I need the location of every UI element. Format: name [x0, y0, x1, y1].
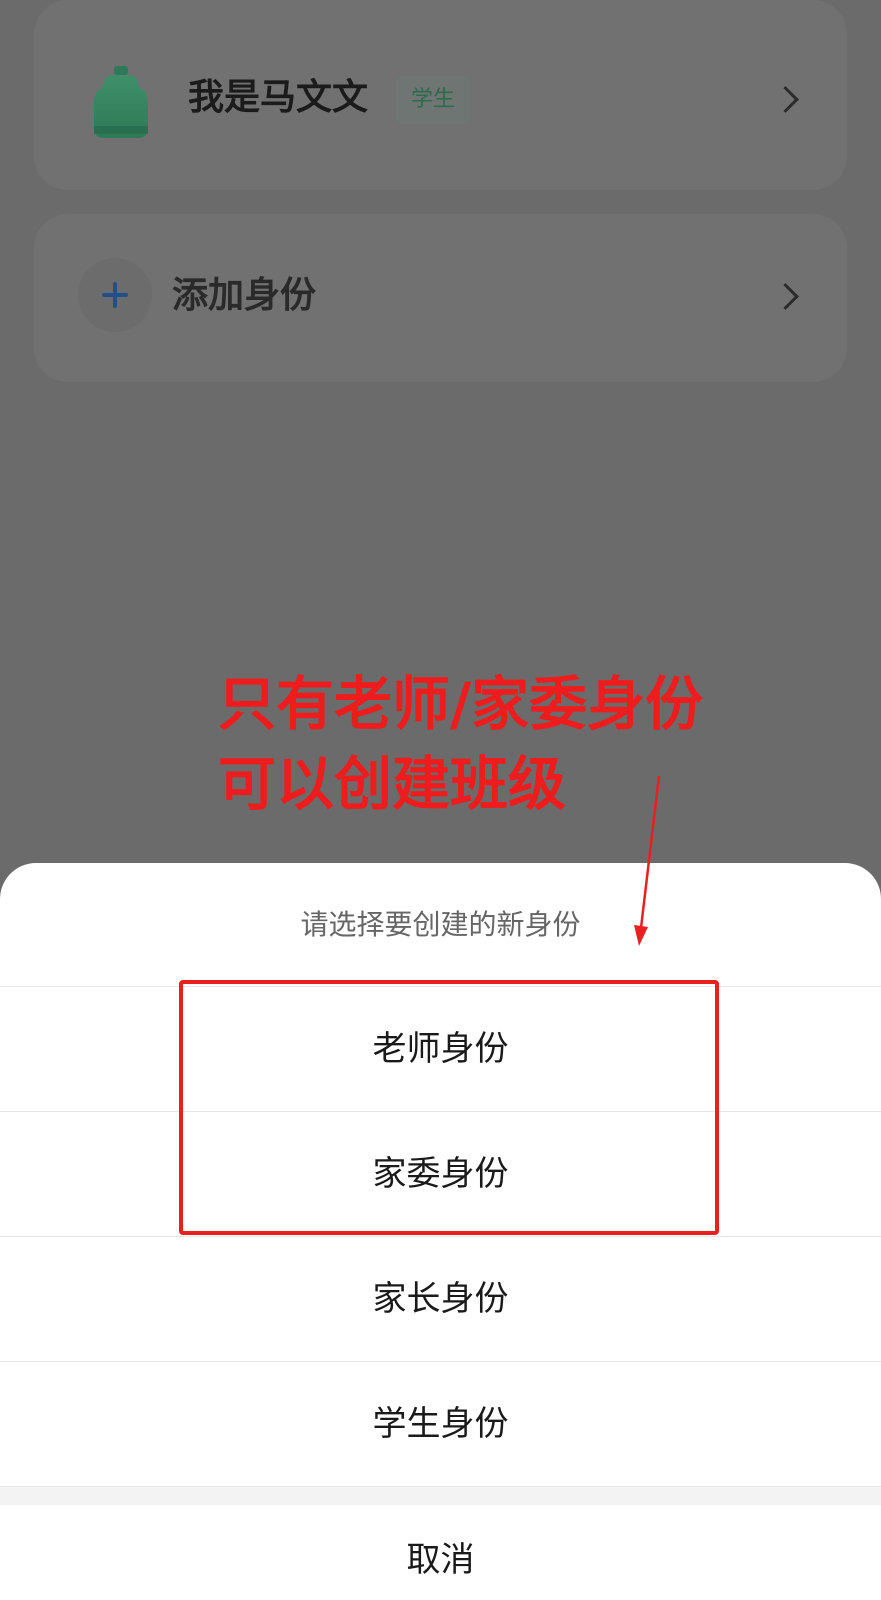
- role-badge: 学生: [396, 76, 471, 124]
- sheet-divider: [0, 1487, 881, 1505]
- annotation-text: 只有老师/家委身份 可以创建班级: [218, 664, 703, 824]
- identity-name: 我是马文文: [188, 77, 369, 118]
- option-committee[interactable]: 家委身份: [0, 1112, 881, 1237]
- sheet-title: 请选择要创建的新身份: [0, 863, 881, 987]
- plus-icon: [78, 258, 152, 332]
- option-student[interactable]: 学生身份: [0, 1362, 881, 1487]
- identity-page: 我是马文文 学生 添加身份 只有老师/家委身份 可以创建班级 请选择要创建的新身…: [0, 0, 881, 1600]
- add-identity-card[interactable]: 添加身份: [34, 214, 847, 382]
- cancel-button[interactable]: 取消: [0, 1505, 881, 1600]
- annotation-line: 可以创建班级: [218, 750, 567, 818]
- option-parent[interactable]: 家长身份: [0, 1237, 881, 1362]
- annotation-line: 只有老师/家委身份: [218, 670, 704, 738]
- add-identity-label: 添加身份: [172, 275, 317, 316]
- identity-card[interactable]: 我是马文文 学生: [34, 0, 847, 190]
- chevron-right-icon: [772, 283, 799, 310]
- option-teacher[interactable]: 老师身份: [0, 987, 881, 1112]
- action-sheet: 请选择要创建的新身份 老师身份 家委身份 家长身份 学生身份 取消: [0, 863, 881, 1600]
- chevron-right-icon: [772, 86, 799, 113]
- bottle-avatar-icon: [94, 66, 148, 138]
